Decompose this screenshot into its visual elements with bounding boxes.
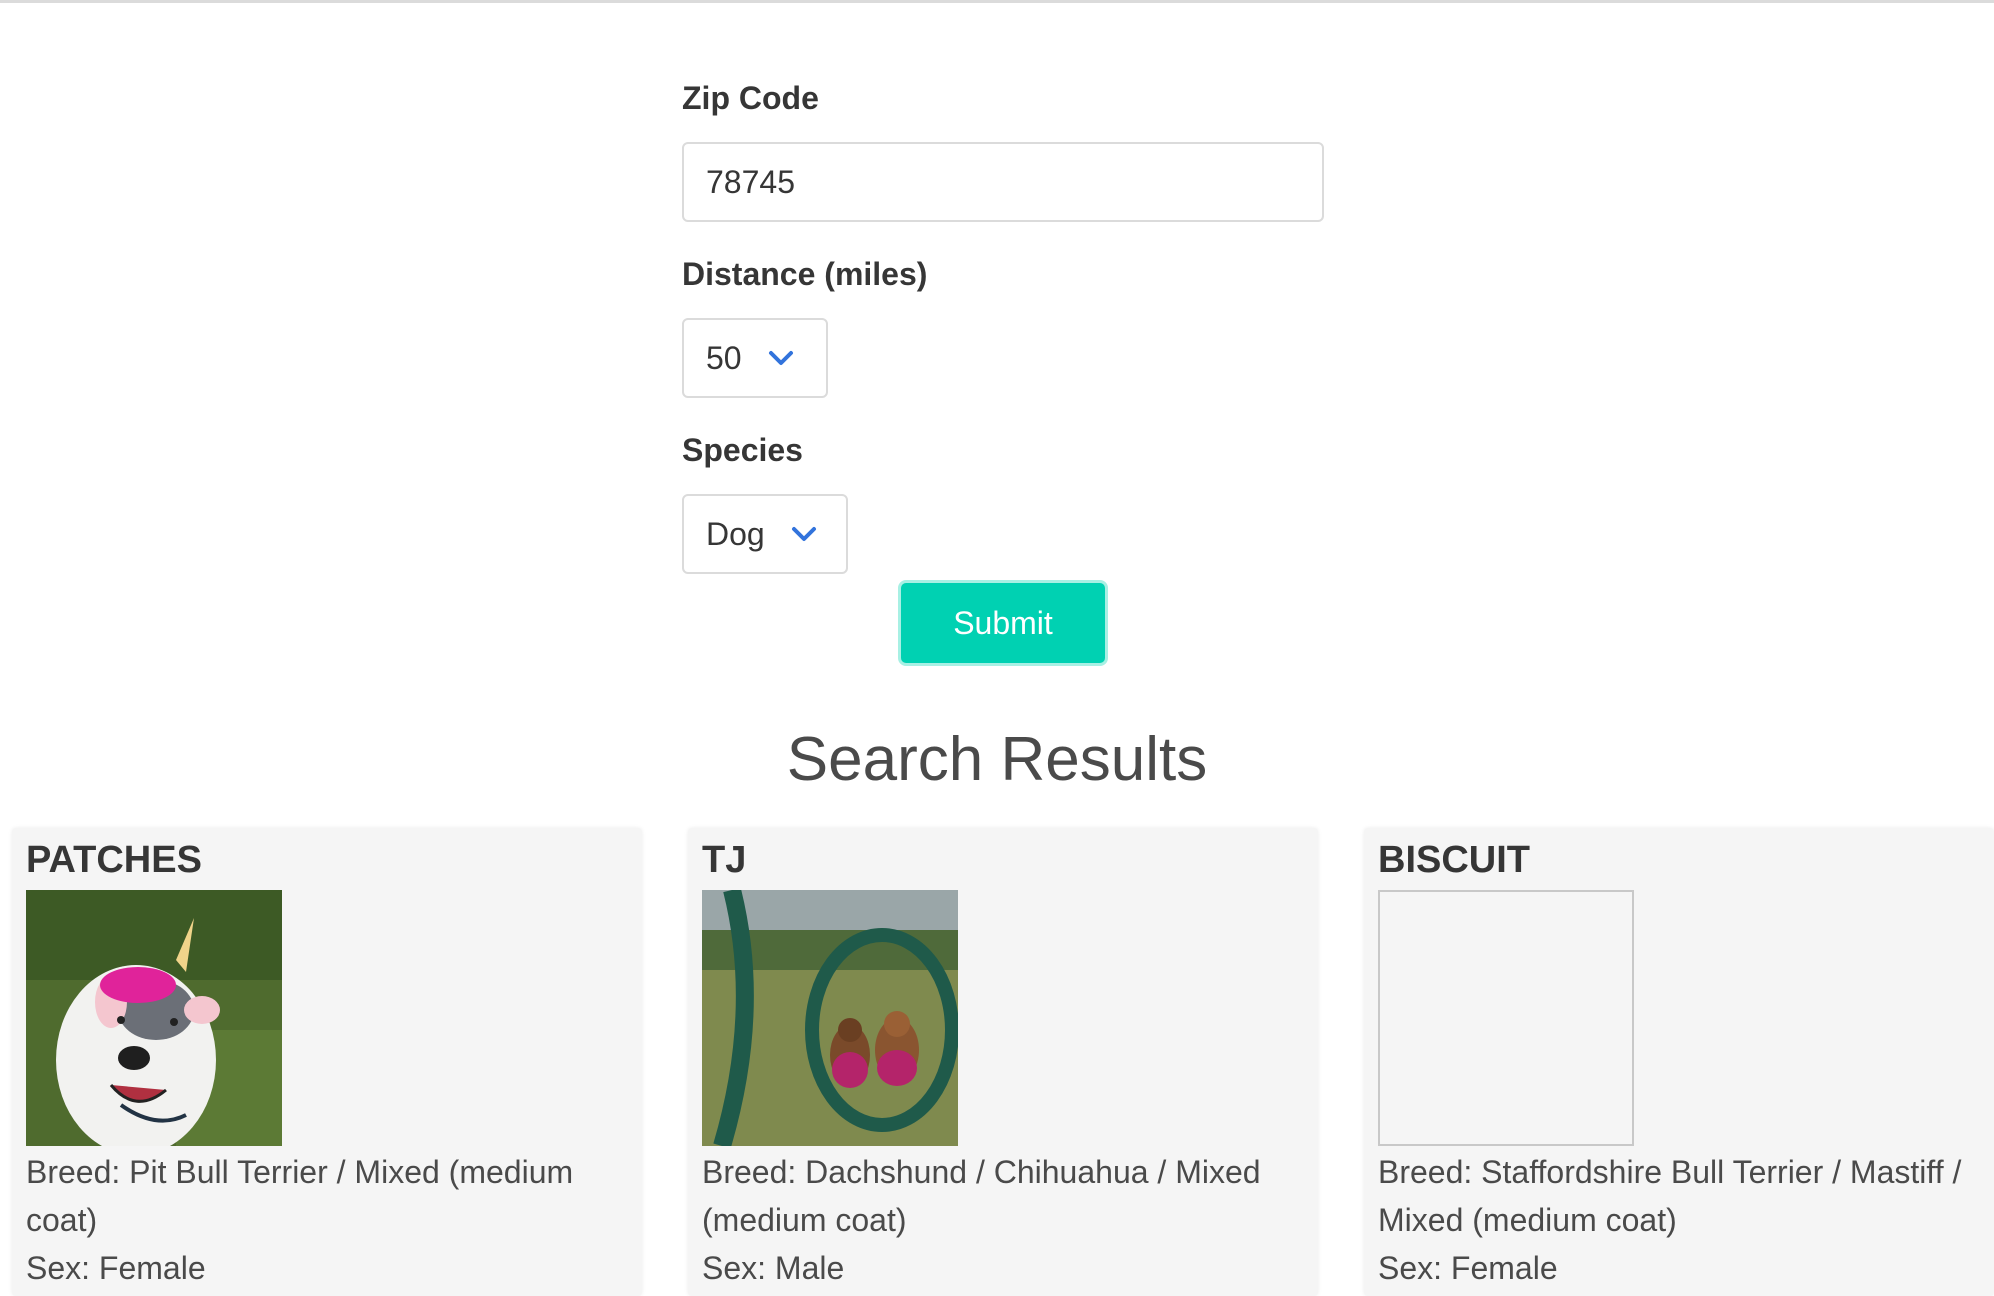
pet-card[interactable]: TJ Breed: Dachshund / Chihuahua / Mixed … xyxy=(688,828,1318,1296)
distance-select[interactable]: 50 xyxy=(682,318,828,398)
pet-search-form: Zip Code Distance (miles) 50 Species Dog xyxy=(682,78,1324,574)
pet-photo xyxy=(26,890,282,1146)
chevron-down-icon xyxy=(768,350,794,366)
pet-sex: Sex: Female xyxy=(26,1250,206,1286)
species-label: Species xyxy=(682,432,803,468)
distance-select-value: 50 xyxy=(706,339,742,376)
pet-card[interactable]: BISCUIT Breed: Staffordshire Bull Terrie… xyxy=(1364,828,1994,1296)
results-list: PATCHES Breed: Pit Bull Terrier / Mixed … xyxy=(0,828,1994,1296)
pet-photo-placeholder xyxy=(1378,890,1634,1146)
pet-name: PATCHES xyxy=(26,839,202,881)
pet-name: TJ xyxy=(702,839,747,881)
distance-label: Distance (miles) xyxy=(682,256,928,292)
pet-sex: Sex: Female xyxy=(1378,1250,1558,1286)
search-results-heading: Search Results xyxy=(786,725,1208,794)
zip-code-label: Zip Code xyxy=(682,80,819,116)
top-divider xyxy=(0,0,1994,3)
species-select-value: Dog xyxy=(706,515,765,552)
pet-card[interactable]: PATCHES Breed: Pit Bull Terrier / Mixed … xyxy=(12,828,642,1296)
chevron-down-icon xyxy=(791,526,817,542)
pet-breed: Breed: Pit Bull Terrier / Mixed (medium … xyxy=(26,1154,574,1238)
pet-photo xyxy=(702,890,958,1146)
pet-name: BISCUIT xyxy=(1378,839,1530,881)
pet-breed: Breed: Staffordshire Bull Terrier / Mast… xyxy=(1378,1154,1962,1238)
zip-code-input[interactable] xyxy=(682,142,1324,222)
species-select[interactable]: Dog xyxy=(682,494,848,574)
pet-breed: Breed: Dachshund / Chihuahua / Mixed (me… xyxy=(702,1154,1261,1238)
submit-button[interactable]: Submit xyxy=(898,580,1108,666)
pet-sex: Sex: Male xyxy=(702,1250,845,1286)
